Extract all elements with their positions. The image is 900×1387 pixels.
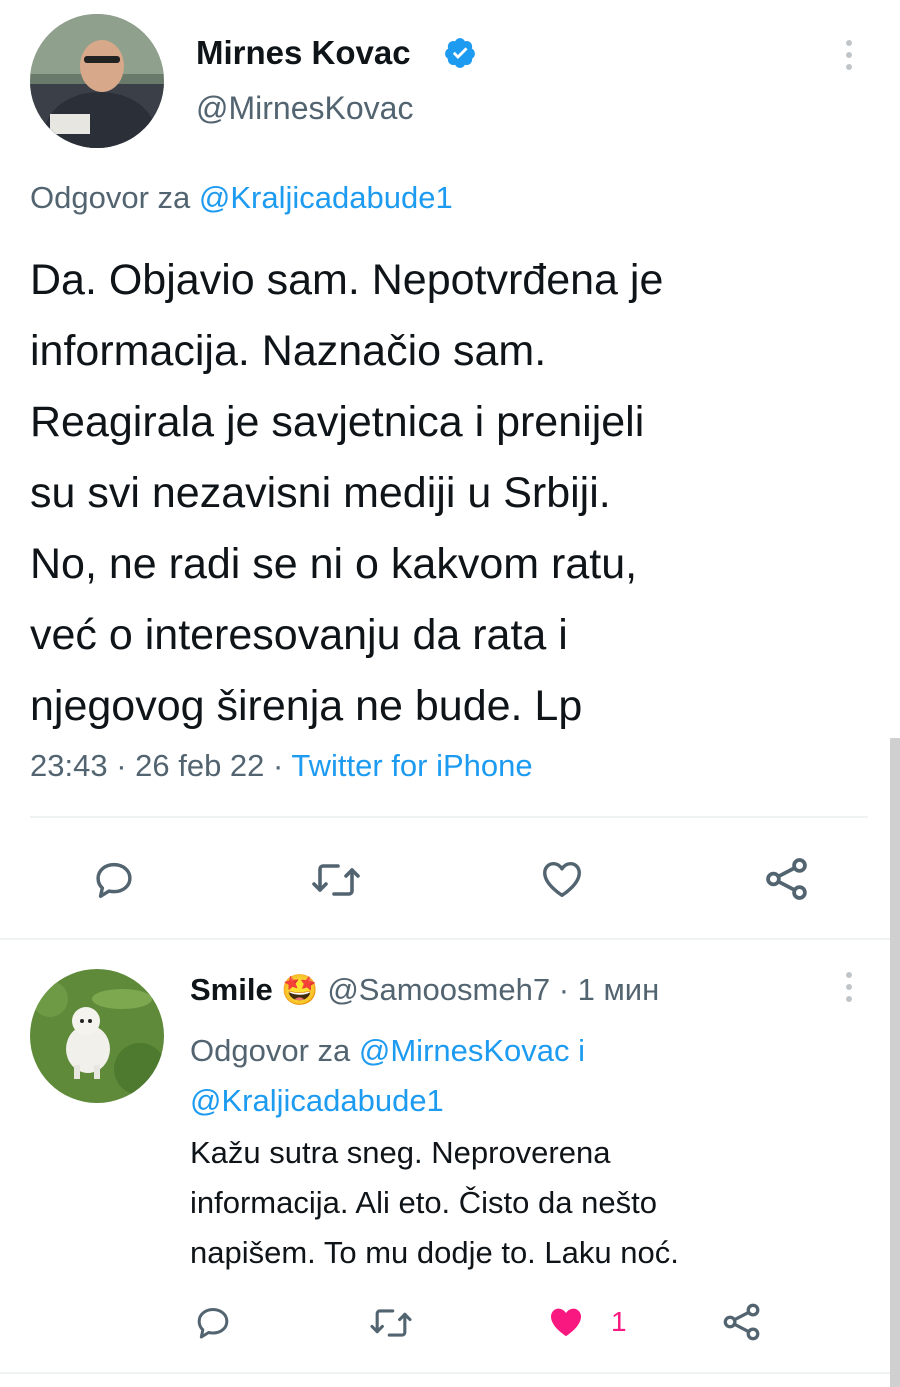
reply-time[interactable]: · 1 мин [550,972,660,1007]
heart-outline-icon [543,861,581,898]
heart-filled-icon [551,1308,581,1337]
reply-icon [197,1308,229,1339]
reply-button[interactable] [90,856,138,902]
share-button[interactable] [762,854,812,904]
tweet-text: Da. Objavio sam. Nepotvrđena je informac… [30,245,663,742]
like-count: 1 [611,1306,627,1337]
divider [30,816,868,818]
reply-text-line: napišem. To mu dodje to. Laku noć. [190,1235,679,1270]
reply-text-line: informacija. Ali eto. Čisto da nešto [190,1185,657,1220]
retweet-icon [312,864,360,896]
reply-text: Kažu sutra sneg. Neproverena informacija… [190,1128,679,1278]
reply-context: Odgovor za @MirnesKovac i @Kraljicadabud… [190,1026,585,1126]
reply-text-line: Kažu sutra sneg. Neproverena [190,1135,611,1170]
author-display-name[interactable]: Mirnes Kovac [196,34,411,72]
tweet-source[interactable]: Twitter for iPhone [291,748,532,783]
reply-to-link[interactable]: @MirnesKovac [359,1033,570,1068]
scrollbar[interactable] [890,738,900,1387]
like-button[interactable]: 1 [545,1302,627,1342]
tweet-text-line: su svi nezavisni mediji u Srbiji. [30,469,611,517]
tweet-text-line: No, ne radi se ni o kakvom ratu, [30,540,638,588]
author-handle[interactable]: @MirnesKovac [196,90,413,127]
share-button[interactable] [720,1300,764,1344]
reply-to-link[interactable]: @Kraljicadabude1 [190,1083,444,1118]
reply-to-link[interactable]: @Kraljicadabude1 [199,180,453,215]
reply-icon [96,862,132,898]
verified-badge-icon [443,36,477,70]
reply-context: Odgovor za @Kraljicadabude1 [30,180,453,216]
reply-author-name[interactable]: Smile [190,972,273,1007]
tweet-text-line: Da. Objavio sam. Nepotvrđena je [30,256,664,304]
retweet-button[interactable] [310,858,362,902]
retweet-button[interactable] [368,1304,414,1342]
share-icon [723,1303,760,1341]
reply-and: i [569,1033,586,1068]
more-options-icon[interactable] [846,972,852,1002]
more-options-icon[interactable] [846,40,852,70]
tweet-text-line: već o interesovanju da rata i [30,611,568,659]
reply-header: Smile 🤩 @Samoosmeh7 · 1 мин [190,972,659,1008]
reply-prefix: Odgovor za [30,180,191,215]
tweet-text-line: njegovog širenja ne bude. Lp [30,682,583,730]
reply-prefix: Odgovor za [190,1033,351,1068]
star-struck-emoji-icon: 🤩 [281,974,319,1007]
retweet-icon [370,1309,412,1337]
tweet-text-line: Reagirala je savjetnica i prenijeli [30,398,645,446]
share-icon [766,858,807,900]
divider [0,1372,890,1374]
reply-button[interactable] [192,1302,234,1342]
tweet-meta: 23:43 · 26 feb 22 · Twitter for iPhone [30,748,533,784]
tweet-timestamp[interactable]: 23:43 · 26 feb 22 · [30,748,291,783]
author-avatar[interactable] [30,14,164,148]
reply-author-avatar[interactable] [30,969,164,1103]
tweet-text-line: informacija. Naznačio sam. [30,327,547,375]
divider [0,938,890,940]
reply-author-handle[interactable]: @Samoosmeh7 [327,972,550,1007]
like-button[interactable] [538,856,586,902]
